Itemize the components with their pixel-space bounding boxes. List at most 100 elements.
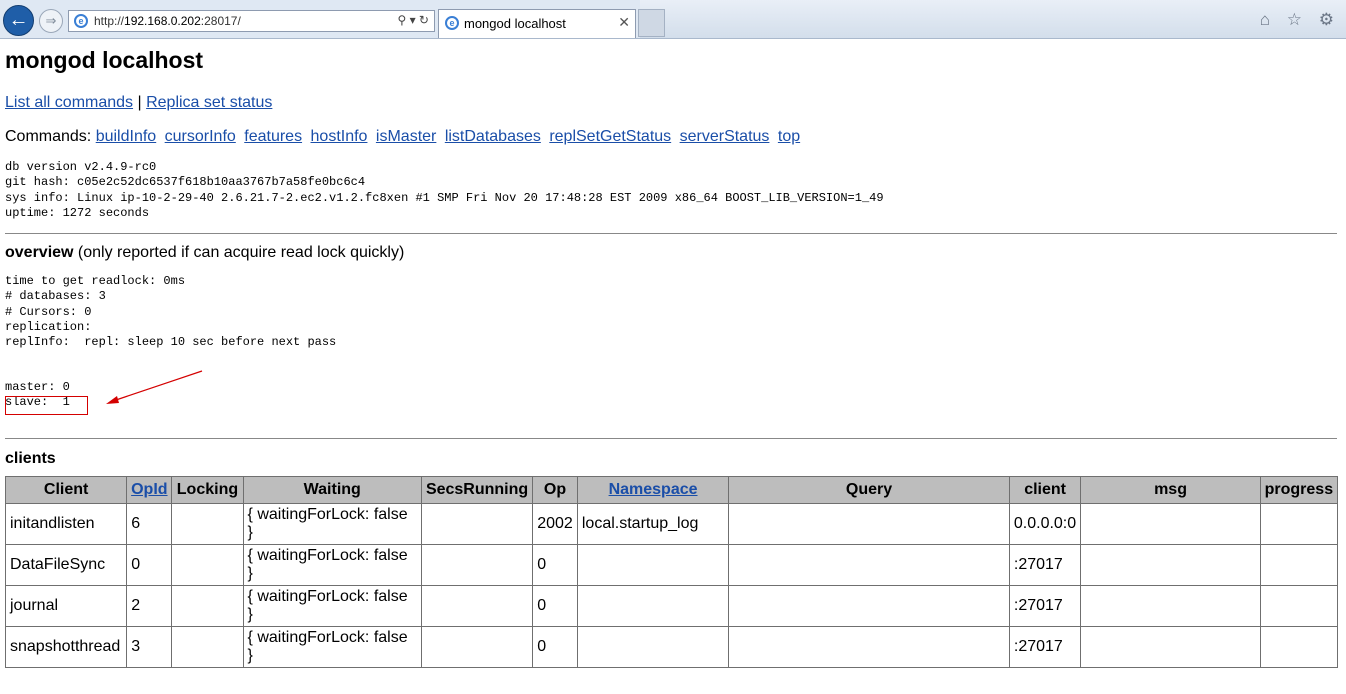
cell-progress — [1259, 503, 1339, 545]
table-row: initandlisten 6 { waitingForLock: false … — [4, 503, 1339, 545]
cell-waiting: { waitingForLock: false } — [242, 585, 422, 627]
forward-button[interactable]: ⇒ — [39, 9, 63, 33]
new-tab-button[interactable] — [638, 9, 665, 37]
cell-msg — [1080, 503, 1261, 545]
cell-op: 0 — [532, 585, 578, 627]
cell-progress — [1259, 544, 1339, 586]
cell-client-addr: 0.0.0.0:0 — [1008, 503, 1082, 545]
col-waiting: Waiting — [242, 476, 422, 504]
tab-title: mongod localhost — [464, 16, 566, 31]
ie-icon: e — [74, 14, 88, 28]
cell-msg — [1080, 585, 1261, 627]
col-secsrunning: SecsRunning — [420, 476, 534, 504]
cell-namespace — [576, 544, 730, 586]
cell-client-addr: :27017 — [1008, 544, 1082, 586]
cell-msg — [1080, 544, 1261, 586]
overview-heading: overview (only reported if can acquire r… — [5, 244, 404, 262]
browser-toolbar: ← ⇒ e http://192.168.0.202:28017/ ⚲ ▾ ↻ … — [0, 0, 1346, 39]
clients-table: Client OpId Locking Waiting SecsRunning … — [4, 476, 1339, 668]
col-client-addr: client — [1008, 476, 1082, 504]
top-links: List all commands | Replica set status — [5, 94, 272, 112]
clients-title: clients — [5, 450, 56, 467]
cell-client: initandlisten — [4, 503, 128, 545]
home-favorites-settings-icons[interactable]: ⌂ ☆ ⚙ — [1260, 10, 1340, 30]
command-link-buildinfo[interactable]: buildInfo — [96, 128, 157, 145]
cell-waiting: { waitingForLock: false } — [242, 503, 422, 545]
col-client: Client — [4, 476, 128, 504]
cell-op: 2002 — [532, 503, 578, 545]
address-tools[interactable]: ⚲ ▾ ↻ — [397, 13, 429, 27]
cell-client: snapshotthread — [4, 626, 128, 668]
divider — [5, 233, 1337, 234]
table-row: snapshotthread 3 { waitingForLock: false… — [4, 626, 1339, 668]
replica-set-status-link[interactable]: Replica set status — [146, 94, 272, 111]
namespace-sort-link[interactable]: Namespace — [609, 481, 698, 498]
cell-opid: 3 — [126, 626, 173, 668]
url-text: http://192.168.0.202:28017/ — [94, 14, 241, 28]
col-query: Query — [728, 476, 1010, 504]
list-all-commands-link[interactable]: List all commands — [5, 94, 133, 111]
cell-opid: 0 — [126, 544, 173, 586]
cell-query — [728, 503, 1010, 545]
toolbar-background — [640, 0, 1346, 38]
commands-bar: Commands: buildInfo cursorInfo features … — [5, 128, 804, 146]
opid-sort-link[interactable]: OpId — [131, 481, 167, 498]
col-msg: msg — [1080, 476, 1261, 504]
cell-op: 0 — [532, 626, 578, 668]
command-link-hostinfo[interactable]: hostInfo — [311, 128, 368, 145]
cell-query — [728, 585, 1010, 627]
cell-locking — [171, 626, 244, 668]
overview-title: overview — [5, 244, 74, 261]
command-link-features[interactable]: features — [244, 128, 302, 145]
cell-query — [728, 544, 1010, 586]
cell-query — [728, 626, 1010, 668]
cell-opid: 2 — [126, 585, 173, 627]
page-title: mongod localhost — [5, 47, 204, 73]
close-tab-icon[interactable]: ✕ — [618, 14, 630, 31]
version-info: db version v2.4.9-rc0 git hash: c05e2c52… — [5, 160, 884, 220]
table-row: journal 2 { waitingForLock: false } 0 :2… — [4, 585, 1339, 627]
cell-secsrunning — [420, 503, 534, 545]
command-link-listdatabases[interactable]: listDatabases — [445, 128, 541, 145]
overview-info: time to get readlock: 0ms # databases: 3… — [5, 274, 337, 350]
cell-locking — [171, 544, 244, 586]
cell-opid: 6 — [126, 503, 173, 545]
annotation-arrow-icon — [106, 370, 203, 404]
cell-waiting: { waitingForLock: false } — [242, 544, 422, 586]
col-locking: Locking — [171, 476, 244, 504]
command-link-replsetgetstatus[interactable]: replSetGetStatus — [549, 128, 671, 145]
cell-op: 0 — [532, 544, 578, 586]
cell-msg — [1080, 626, 1261, 668]
tab-mongod-localhost[interactable]: e mongod localhost ✕ — [438, 9, 636, 38]
col-namespace[interactable]: Namespace — [576, 476, 730, 504]
cell-waiting: { waitingForLock: false } — [242, 626, 422, 668]
commands-label: Commands: — [5, 128, 96, 145]
divider — [5, 438, 1337, 439]
back-button[interactable]: ← — [3, 5, 34, 36]
table-header-row: Client OpId Locking Waiting SecsRunning … — [4, 476, 1339, 504]
cell-progress — [1259, 585, 1339, 627]
address-bar[interactable]: e http://192.168.0.202:28017/ ⚲ ▾ ↻ — [68, 10, 435, 32]
link-separator: | — [133, 94, 147, 111]
table-row: DataFileSync 0 { waitingForLock: false }… — [4, 544, 1339, 586]
overview-note: (only reported if can acquire read lock … — [73, 244, 405, 261]
cell-secsrunning — [420, 544, 534, 586]
cell-namespace: local.startup_log — [576, 503, 730, 545]
cell-locking — [171, 503, 244, 545]
command-link-top[interactable]: top — [778, 128, 800, 145]
command-link-serverstatus[interactable]: serverStatus — [680, 128, 770, 145]
col-op: Op — [532, 476, 578, 504]
cell-secsrunning — [420, 585, 534, 627]
cell-progress — [1259, 626, 1339, 668]
cell-namespace — [576, 626, 730, 668]
col-progress: progress — [1259, 476, 1339, 504]
cell-secsrunning — [420, 626, 534, 668]
command-link-ismaster[interactable]: isMaster — [376, 128, 436, 145]
command-link-cursorinfo[interactable]: cursorInfo — [165, 128, 236, 145]
cell-client-addr: :27017 — [1008, 585, 1082, 627]
tab-ie-icon: e — [445, 16, 459, 30]
col-opid[interactable]: OpId — [126, 476, 173, 504]
cell-client: DataFileSync — [4, 544, 128, 586]
cell-client-addr: :27017 — [1008, 626, 1082, 668]
slave-highlight-box — [5, 396, 88, 415]
